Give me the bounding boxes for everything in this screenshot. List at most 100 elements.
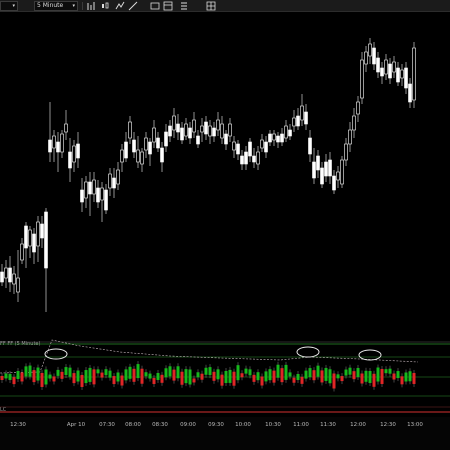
interval-select[interactable]: 5 Minute ▾ [34, 1, 78, 11]
drawing-tools-icon[interactable] [128, 1, 138, 11]
price-candle [180, 127, 184, 141]
price-candle [364, 51, 368, 65]
price-candle [80, 189, 84, 203]
indicator-candle [164, 368, 168, 378]
time-axis-tick-label: 10:00 [235, 422, 251, 428]
indicator-candle [296, 373, 300, 380]
indicator-candle [180, 371, 184, 385]
indicator-candle [400, 376, 404, 385]
price-candle [408, 83, 412, 103]
price-candle [120, 149, 124, 163]
highlight-ellipse[interactable] [358, 349, 382, 361]
indicator-candle [328, 369, 332, 384]
price-candle [116, 169, 120, 185]
price-candle [220, 123, 224, 139]
price-candle [44, 211, 48, 269]
indicator-candle [72, 373, 76, 384]
indicator-candle [196, 372, 200, 378]
price-candle [240, 155, 244, 165]
indicator-candle [384, 369, 388, 374]
price-candle [204, 121, 208, 135]
indicator-candle [272, 370, 276, 383]
indicator-candle [24, 366, 28, 377]
price-candle [112, 177, 116, 189]
indicator-candle [372, 373, 376, 387]
price-candle [312, 161, 316, 179]
time-axis-tick-label: 11:30 [320, 422, 336, 428]
highlight-ellipse[interactable] [44, 348, 68, 360]
price-candle [40, 223, 44, 239]
indicator-candle [112, 376, 116, 385]
properties-icon[interactable] [179, 1, 189, 11]
indicator-candle [340, 376, 344, 382]
indicators-icon[interactable] [115, 1, 125, 11]
price-candle [340, 159, 344, 185]
price-candle [20, 243, 24, 261]
indicator-candle [292, 377, 296, 383]
price-candle [236, 143, 240, 155]
price-candle [288, 129, 292, 137]
price-candle [148, 141, 152, 155]
indicator-candle [116, 372, 120, 382]
templates-icon[interactable] [163, 1, 173, 11]
time-axis-tick-label: 12:30 [10, 422, 26, 428]
time-axis-tick-label: 12:30 [380, 422, 396, 428]
instrument-select[interactable]: ▾ [0, 1, 18, 11]
indicator-candle [100, 372, 104, 378]
indicator-candle [64, 367, 68, 376]
indicator-candle [256, 372, 260, 381]
price-candle [108, 173, 112, 189]
price-candle [264, 141, 268, 153]
indicator-candle [16, 371, 20, 380]
price-candle [316, 155, 320, 171]
price-candle [124, 141, 128, 159]
price-candle [232, 141, 236, 151]
price-candle [32, 233, 36, 253]
indicator-candle [376, 367, 380, 382]
indicator-candle [84, 370, 88, 384]
indicator-candle [304, 370, 308, 379]
grid-icon[interactable] [206, 1, 216, 11]
indicator-candle [148, 373, 152, 379]
price-candle [76, 143, 80, 159]
indicator-candle [356, 367, 360, 377]
price-candle [208, 125, 212, 137]
time-axis[interactable]: 12:30 Apr 10 07:30 08:00 08:30 09:00 09:30 10:0… [0, 417, 450, 450]
time-axis-tick-label: Apr 10 [66, 422, 86, 428]
time-axis-tick-label: 10:30 [265, 422, 281, 428]
indicator-candle [288, 372, 292, 377]
chart-toolbar: ▾ 5 Minute ▾ [0, 0, 450, 12]
price-candle [72, 145, 76, 163]
indicator-candle [276, 364, 280, 378]
indicator-candle [0, 376, 4, 380]
indicator-candle [412, 372, 416, 384]
indicator-candle [136, 364, 140, 379]
time-axis-tick-label: 07:30 [99, 422, 115, 428]
time-axis-tick-label: 08:30 [152, 422, 168, 428]
indicator-candle [388, 368, 392, 374]
image-icon[interactable] [150, 1, 160, 11]
candlestick-icon[interactable] [100, 1, 110, 11]
indicator-panel [0, 339, 450, 413]
price-candle [84, 181, 88, 199]
price-candle [212, 127, 216, 137]
indicator-bottom-label: LC [0, 407, 7, 413]
price-candle [392, 61, 396, 73]
indicator-candle [88, 367, 92, 382]
bar-chart-icon[interactable] [86, 1, 96, 11]
indicator-candle [252, 374, 256, 382]
price-candle [376, 57, 380, 73]
indicator-candle [344, 369, 348, 376]
time-axis-tick-label: 09:30 [208, 422, 224, 428]
highlight-ellipse[interactable] [296, 346, 320, 358]
indicator-candle [248, 369, 252, 376]
indicator-candle [300, 376, 304, 384]
time-axis-tick-label: 11:00 [293, 422, 309, 428]
chart-area[interactable] [0, 12, 450, 417]
price-candle [0, 271, 4, 283]
price-candle [332, 175, 336, 191]
indicator-candle [20, 372, 24, 382]
indicator-candle [48, 374, 52, 379]
indicator-candle [96, 369, 100, 374]
price-candle [12, 273, 16, 285]
